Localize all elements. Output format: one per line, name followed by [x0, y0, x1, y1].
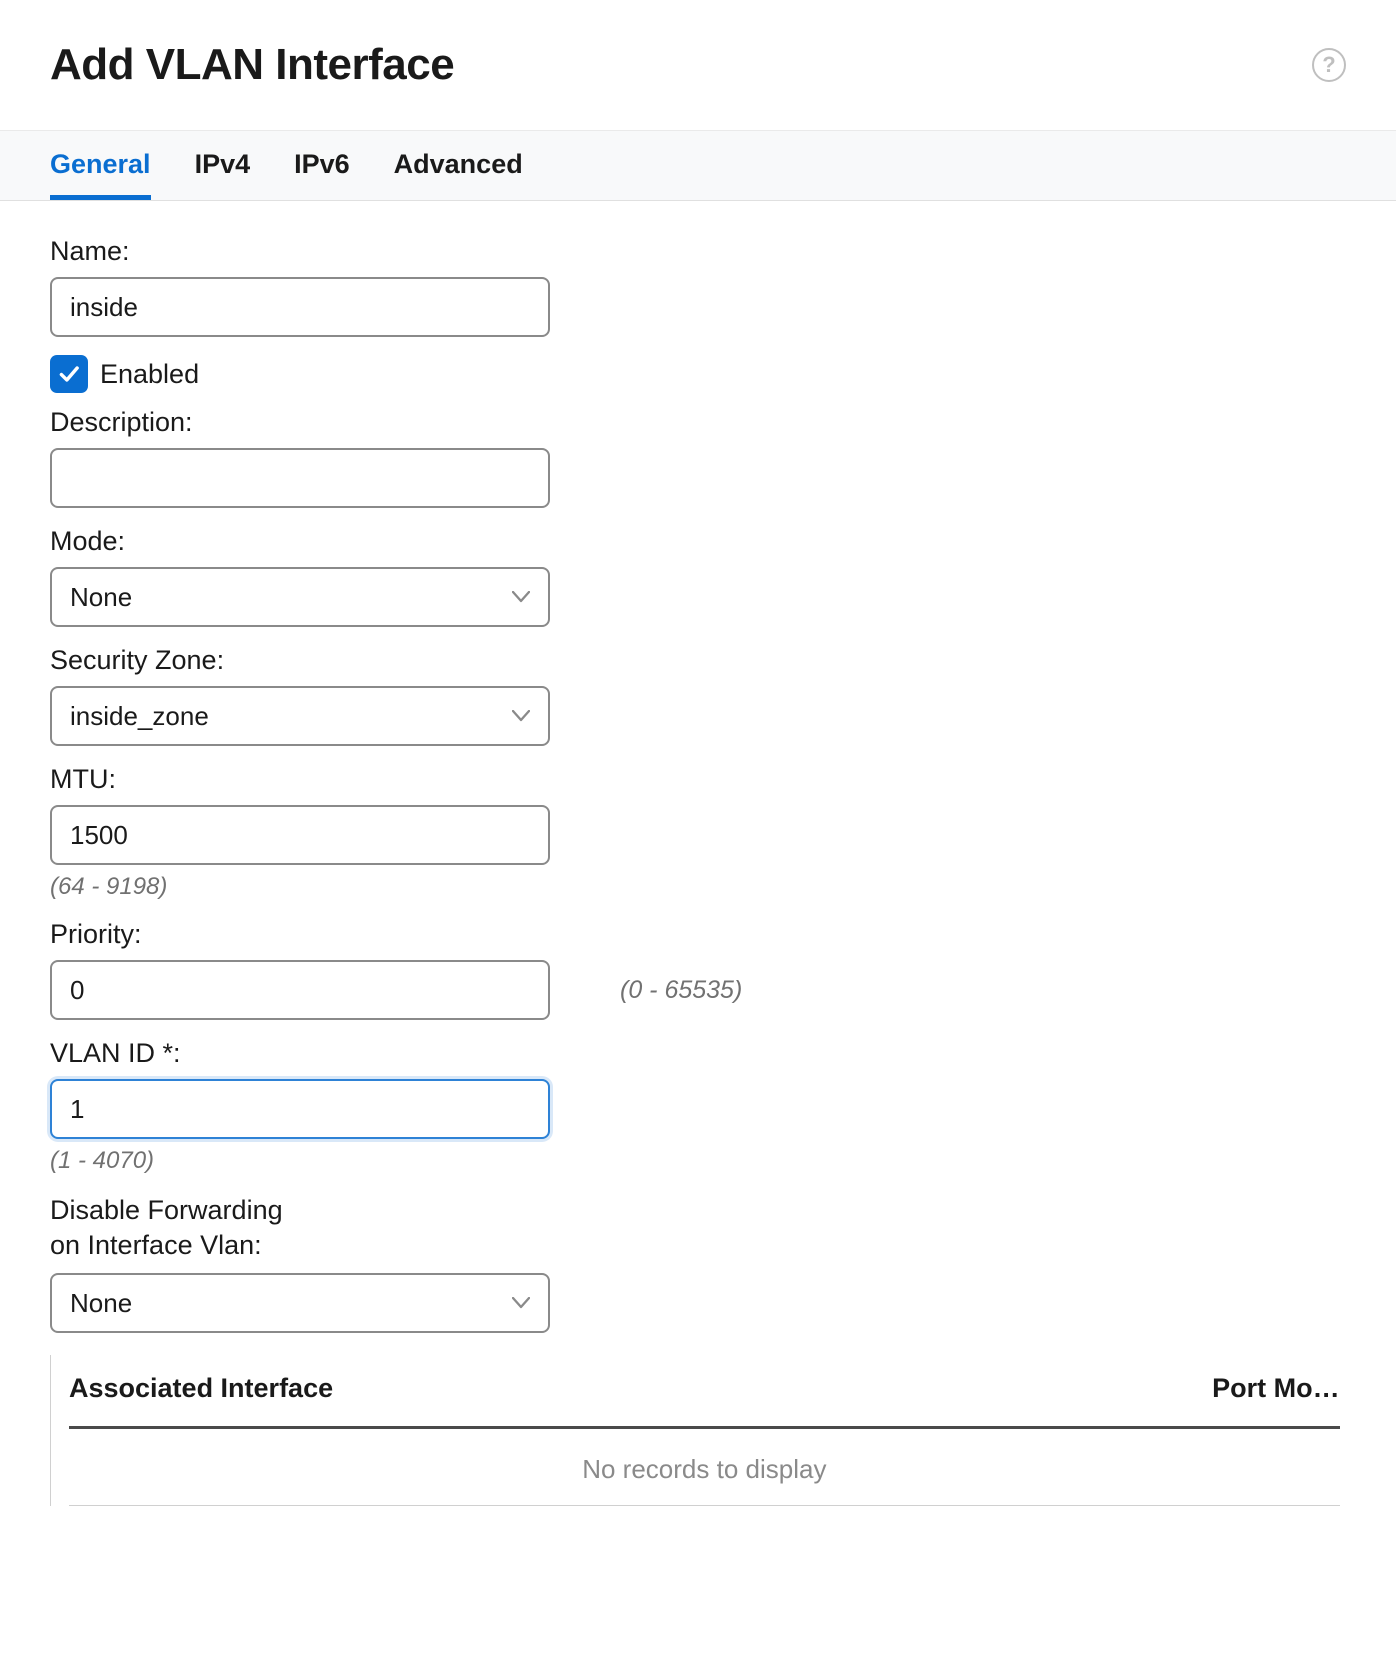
tab-general[interactable]: General [50, 131, 151, 200]
vlan-id-hint: (1 - 4070) [50, 1147, 1366, 1175]
enabled-label: Enabled [100, 359, 199, 390]
description-label: Description: [50, 407, 1366, 438]
chevron-down-icon [512, 705, 530, 728]
help-icon[interactable]: ? [1312, 48, 1346, 82]
security-zone-value: inside_zone [70, 701, 512, 732]
mode-select[interactable]: None [50, 567, 550, 627]
name-label: Name: [50, 236, 1366, 267]
chevron-down-icon [512, 1292, 530, 1315]
tab-ipv6[interactable]: IPv6 [294, 131, 350, 200]
check-icon [56, 361, 82, 387]
security-zone-select[interactable]: inside_zone [50, 686, 550, 746]
mode-label: Mode: [50, 526, 1366, 557]
table-col-port-mode: Port Mo… [1212, 1373, 1340, 1404]
disable-forwarding-select[interactable]: None [50, 1273, 550, 1333]
dialog-header: Add VLAN Interface ? [50, 40, 1366, 90]
priority-label: Priority: [50, 919, 1366, 950]
enabled-checkbox[interactable] [50, 355, 88, 393]
tab-advanced[interactable]: Advanced [394, 131, 523, 200]
associated-interface-table: Associated Interface Port Mo… No records… [50, 1355, 1340, 1506]
mtu-label: MTU: [50, 764, 1366, 795]
disable-forwarding-value: None [70, 1288, 512, 1319]
name-input[interactable] [50, 277, 550, 337]
vlan-id-input[interactable] [50, 1079, 550, 1139]
description-input[interactable] [50, 448, 550, 508]
vlan-id-label: VLAN ID *: [50, 1038, 1366, 1069]
disable-forwarding-label: Disable Forwarding on Interface Vlan: [50, 1193, 1366, 1263]
tabs-bar: General IPv4 IPv6 Advanced [0, 130, 1396, 201]
mtu-hint: (64 - 9198) [50, 873, 1366, 901]
priority-hint: (0 - 65535) [620, 976, 742, 1005]
security-zone-label: Security Zone: [50, 645, 1366, 676]
table-empty-message: No records to display [69, 1429, 1340, 1506]
general-form: Name: Enabled Description: Mode: None Se… [50, 201, 1366, 1506]
mtu-input[interactable] [50, 805, 550, 865]
table-col-associated-interface: Associated Interface [69, 1373, 333, 1404]
mode-value: None [70, 582, 512, 613]
chevron-down-icon [512, 586, 530, 609]
tab-ipv4[interactable]: IPv4 [195, 131, 251, 200]
dialog-title: Add VLAN Interface [50, 40, 454, 90]
priority-input[interactable] [50, 960, 550, 1020]
